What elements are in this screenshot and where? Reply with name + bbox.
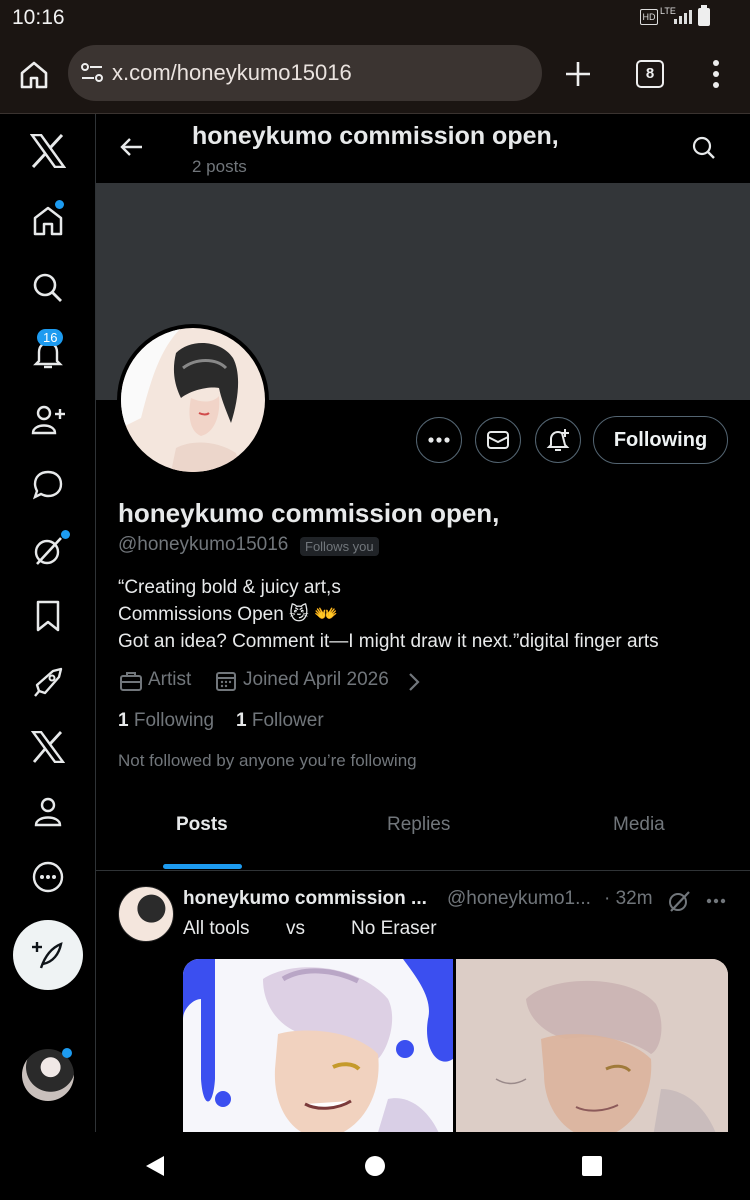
- bio-line: “Creating bold & juicy art,s: [118, 577, 341, 598]
- tab-switcher-button[interactable]: 8: [636, 60, 664, 88]
- follows-you-badge: Follows you: [300, 537, 379, 556]
- tab-media[interactable]: Media: [613, 814, 665, 836]
- browser-toolbar: x.com/honeykumo15016 8: [0, 36, 750, 114]
- x-logo-icon[interactable]: [23, 126, 73, 176]
- grok-icon[interactable]: [23, 526, 73, 576]
- post-item[interactable]: honeykumo commission ... @honeykumo1... …: [96, 871, 750, 1132]
- joined-date: Joined April 2026: [243, 669, 389, 690]
- followers-stat[interactable]: 1 Follower: [236, 710, 324, 732]
- more-options-button[interactable]: [416, 417, 462, 463]
- rocket-icon[interactable]: [23, 657, 73, 707]
- profile-name: honeykumo commission open,: [118, 498, 500, 528]
- profile-main: honeykumo commission open, 2 posts Follo: [96, 114, 750, 1132]
- recents-square-icon[interactable]: [582, 1156, 602, 1176]
- back-triangle-icon[interactable]: [144, 1154, 166, 1178]
- chat-icon[interactable]: [23, 460, 73, 510]
- post-author-avatar[interactable]: [118, 886, 174, 942]
- message-button[interactable]: [475, 417, 521, 463]
- post-count: 2 posts: [192, 157, 247, 176]
- address-bar[interactable]: x.com/honeykumo15016: [68, 45, 542, 101]
- calendar-icon: [216, 672, 236, 691]
- bell-plus-icon: [546, 429, 570, 451]
- chevron-right-icon[interactable]: [408, 672, 420, 692]
- mutuals-note: Not followed by anyone you’re following: [118, 751, 417, 770]
- clock: 10:16: [12, 6, 65, 29]
- notifications-bell-icon[interactable]: 16: [23, 329, 73, 379]
- post-text-right: No Eraser: [351, 918, 437, 939]
- post-author-handle[interactable]: @honeykumo1...: [447, 888, 591, 910]
- following-count: 1: [118, 710, 129, 731]
- post-author-name[interactable]: honeykumo commission ...: [183, 888, 427, 910]
- profile-bio: “Creating bold & juicy art,s Commissions…: [118, 574, 659, 655]
- tab-posts[interactable]: Posts: [176, 814, 228, 836]
- sidebar-nav: 16: [0, 114, 96, 1132]
- profile-handle: @honeykumo15016: [118, 534, 289, 555]
- x-premium-icon[interactable]: [23, 722, 73, 772]
- home-nav-icon[interactable]: [23, 196, 73, 246]
- signal-icon: [674, 10, 692, 24]
- post-time[interactable]: · 32m: [604, 888, 653, 910]
- tab-replies[interactable]: Replies: [387, 814, 450, 836]
- notification-badge: 16: [37, 329, 64, 346]
- active-tab-indicator: [163, 864, 242, 869]
- notify-button[interactable]: [535, 417, 581, 463]
- envelope-icon: [487, 431, 509, 449]
- header-title: honeykumo commission open,: [192, 122, 559, 150]
- grok-icon[interactable]: [668, 890, 690, 912]
- post-image-right[interactable]: [456, 959, 728, 1132]
- battery-icon: [698, 5, 710, 26]
- followers-count: 1: [236, 710, 247, 731]
- unread-dot: [61, 530, 70, 539]
- feather-plus-icon: [32, 942, 63, 969]
- profile-category: Artist: [148, 669, 192, 690]
- more-circle-icon[interactable]: [23, 852, 73, 902]
- home-circle-icon[interactable]: [364, 1155, 386, 1177]
- system-nav-bar: [0, 1132, 750, 1200]
- briefcase-icon: [120, 672, 142, 691]
- site-settings-icon[interactable]: [80, 62, 104, 84]
- post-image-left[interactable]: [183, 959, 453, 1132]
- post-text-left: All tools: [183, 918, 250, 939]
- home-icon[interactable]: [18, 59, 50, 91]
- post-text-mid: vs: [286, 918, 305, 939]
- more-vert-icon[interactable]: [708, 58, 724, 90]
- following-label: Following: [133, 710, 215, 731]
- avatar-artwork: [121, 328, 265, 472]
- bio-line: Got an idea? Comment it—I might draw it …: [118, 631, 659, 652]
- compose-post-button[interactable]: [13, 920, 83, 990]
- url-text[interactable]: x.com/honeykumo15016: [112, 60, 352, 86]
- profile-avatar[interactable]: [117, 324, 269, 476]
- ellipsis-icon: [428, 437, 450, 443]
- search-icon[interactable]: [692, 136, 716, 160]
- follow-people-icon[interactable]: [23, 395, 73, 445]
- post-more-icon[interactable]: [706, 898, 726, 904]
- following-button[interactable]: Following: [593, 416, 728, 464]
- back-arrow-icon[interactable]: [120, 136, 144, 158]
- following-stat[interactable]: 1 Following: [118, 710, 214, 732]
- unread-dot: [55, 200, 64, 209]
- bio-line: Commissions Open 😼 👐: [118, 604, 338, 625]
- hd-icon: HD: [640, 9, 658, 25]
- explore-search-icon[interactable]: [23, 263, 73, 313]
- unread-dot: [62, 1048, 72, 1058]
- new-tab-icon[interactable]: [564, 60, 592, 88]
- bookmarks-icon[interactable]: [23, 591, 73, 641]
- post-media[interactable]: [183, 959, 728, 1132]
- profile-icon[interactable]: [23, 787, 73, 837]
- followers-label: Follower: [251, 710, 324, 731]
- status-bar: 10:16 HD LTE: [0, 0, 750, 36]
